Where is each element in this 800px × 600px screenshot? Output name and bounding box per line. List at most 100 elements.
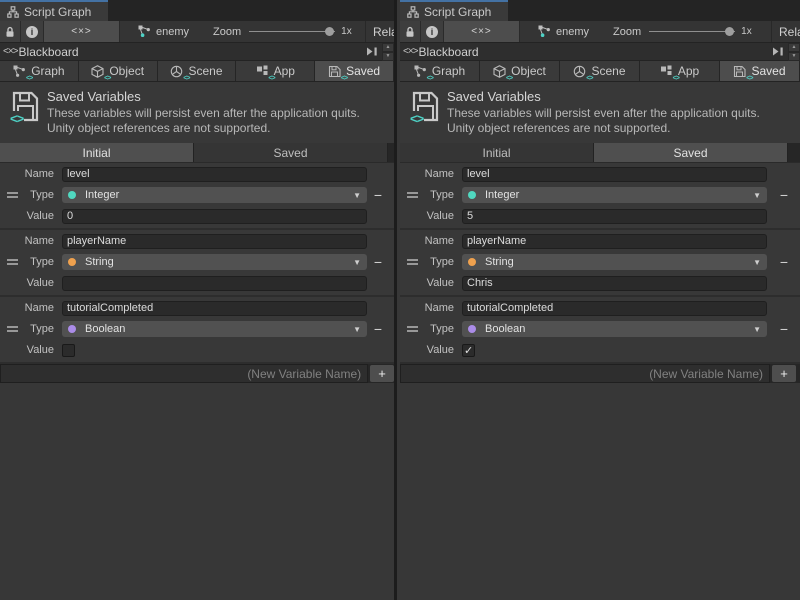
code-badge-icon: <> (673, 75, 679, 82)
type-value: String (85, 256, 114, 268)
tab-scene[interactable]: <> Scene (560, 61, 640, 81)
window-tab-script-graph[interactable]: Script Graph (0, 0, 108, 21)
new-variable-row: + (0, 364, 394, 383)
scene-icon: <> (573, 65, 586, 78)
dock-icon[interactable] (367, 47, 379, 56)
graph-name-label: enemy (156, 26, 189, 38)
relations-button[interactable]: Rela (771, 21, 800, 42)
tab-graph[interactable]: <> Graph (0, 61, 79, 81)
variable-value-input[interactable] (62, 209, 367, 224)
graph-toolbar: i <×> enemy Zoom 1x Rela (0, 21, 394, 43)
graph-breadcrumb[interactable]: enemy (138, 21, 189, 42)
dock-icon[interactable] (773, 47, 785, 56)
tab-app[interactable]: <> App (236, 61, 315, 81)
window-tab-script-graph[interactable]: Script Graph (400, 0, 508, 21)
type-dropdown[interactable]: Integer ▼ (62, 187, 367, 203)
drag-handle-icon[interactable] (407, 192, 418, 198)
remove-variable-button[interactable]: − (369, 254, 387, 270)
variable-name-input[interactable] (62, 301, 367, 316)
code-view-button[interactable]: <×> (444, 21, 520, 42)
variable-name-input[interactable] (462, 167, 767, 182)
code-badge-icon: <> (586, 75, 592, 82)
drag-handle-icon[interactable] (407, 259, 418, 265)
tab-object[interactable]: <> Object (79, 61, 158, 81)
scroll-up-button[interactable]: ▲ (382, 43, 394, 52)
slider-knob[interactable] (725, 27, 734, 36)
unity-editor-stage: Script Graph i <×> enemy Zoom 1x (0, 0, 800, 600)
lock-button[interactable] (0, 21, 21, 42)
saved-variables-floppy-icon: <> (412, 91, 439, 122)
tab-object[interactable]: <> Object (480, 61, 560, 81)
slider-knob[interactable] (325, 27, 334, 36)
variable-value-input[interactable] (462, 276, 767, 291)
drag-handle-icon[interactable] (407, 326, 418, 332)
new-variable-name-input[interactable] (0, 364, 368, 383)
info-button[interactable]: i (421, 21, 444, 42)
drag-handle-icon[interactable] (7, 259, 18, 265)
tab-saved[interactable]: <> Saved (315, 61, 394, 81)
string-type-dot-icon (468, 258, 476, 266)
add-variable-button[interactable]: + (772, 365, 796, 382)
relations-button[interactable]: Rela (365, 21, 394, 42)
name-label: Name (400, 168, 458, 180)
tab-label: App (678, 64, 699, 78)
lock-button[interactable] (400, 21, 421, 42)
code-badge-icon: <> (268, 75, 274, 82)
value-label: Value (0, 277, 58, 289)
tab-initial[interactable]: Initial (400, 143, 594, 162)
variable-category-tabs: <> Graph <> Object <> Scene <> App <> Sa… (400, 61, 800, 82)
type-dropdown[interactable]: Integer ▼ (462, 187, 767, 203)
code-icon: <×> (403, 46, 418, 57)
new-variable-row: + (400, 364, 800, 383)
info-button[interactable]: i (21, 21, 44, 42)
new-variable-name-input[interactable] (400, 364, 770, 383)
name-label: Name (0, 168, 58, 180)
variable-value-input[interactable] (62, 276, 367, 291)
window-tab-label: Script Graph (24, 5, 91, 19)
chevron-down-icon: ▼ (353, 325, 361, 334)
code-view-button[interactable]: <×> (44, 21, 120, 42)
variable-name-input[interactable] (462, 301, 767, 316)
variable-name-input[interactable] (462, 234, 767, 249)
boolean-value-checkbox[interactable] (62, 344, 75, 357)
variable-name-input[interactable] (62, 234, 367, 249)
variable-name-input[interactable] (62, 167, 367, 182)
drag-handle-icon[interactable] (7, 192, 18, 198)
type-dropdown[interactable]: String ▼ (462, 254, 767, 270)
lock-icon (405, 26, 415, 38)
boolean-value-checkbox[interactable]: ✓ (462, 344, 475, 357)
tab-app[interactable]: <> App (640, 61, 720, 81)
type-dropdown[interactable]: Boolean ▼ (62, 321, 367, 337)
type-dropdown[interactable]: Boolean ▼ (462, 321, 767, 337)
scroll-down-button[interactable]: ▼ (382, 52, 394, 61)
remove-variable-button[interactable]: − (775, 187, 793, 203)
window-tab-label: Script Graph (424, 5, 491, 19)
add-variable-button[interactable]: + (370, 365, 394, 382)
tab-saved[interactable]: <> Saved (720, 61, 800, 81)
variable-value-input[interactable] (462, 209, 767, 224)
tab-scene[interactable]: <> Scene (158, 61, 237, 81)
type-dropdown[interactable]: String ▼ (62, 254, 367, 270)
info-icon: i (26, 26, 38, 38)
scroll-up-button[interactable]: ▲ (788, 43, 800, 52)
variable-category-tabs: <> Graph <> Object <> Scene <> App <> Sa… (0, 61, 394, 82)
scroll-down-button[interactable]: ▼ (788, 52, 800, 61)
variables-list: − Name Type Integer ▼ Value (400, 162, 800, 364)
zoom-slider[interactable] (649, 21, 735, 42)
remove-variable-button[interactable]: − (369, 187, 387, 203)
section-description: These variables will persist even after … (447, 106, 760, 136)
remove-variable-button[interactable]: − (775, 254, 793, 270)
drag-handle-icon[interactable] (7, 326, 18, 332)
graph-breadcrumb[interactable]: enemy (538, 21, 589, 42)
remove-variable-button[interactable]: − (369, 321, 387, 337)
floppy-icon: <> (328, 65, 341, 78)
floppy-icon: <> (733, 65, 746, 78)
tab-saved-state[interactable]: Saved (594, 143, 788, 162)
remove-variable-button[interactable]: − (775, 321, 793, 337)
tab-saved-state[interactable]: Saved (194, 143, 388, 162)
value-label: Value (400, 344, 458, 356)
window-tabstrip: Script Graph (400, 0, 800, 21)
zoom-slider[interactable] (249, 21, 335, 42)
tab-graph[interactable]: <> Graph (400, 61, 480, 81)
tab-initial[interactable]: Initial (0, 143, 194, 162)
